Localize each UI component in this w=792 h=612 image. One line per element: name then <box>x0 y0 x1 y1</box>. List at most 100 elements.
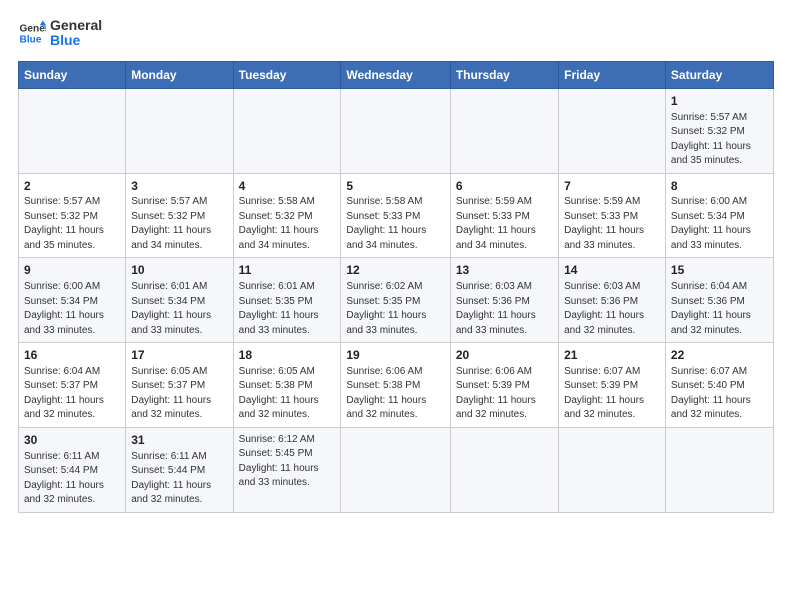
day-number: 19 <box>346 347 445 364</box>
day-info: Sunrise: 5:59 AM Sunset: 5:33 PM Dayligh… <box>564 196 644 251</box>
empty-cell <box>233 88 341 173</box>
day-info: Sunrise: 6:11 AM Sunset: 5:44 PM Dayligh… <box>24 451 104 506</box>
day-number: 15 <box>671 262 768 279</box>
day-number: 9 <box>24 262 120 279</box>
calendar-day-15: 15Sunrise: 6:04 AM Sunset: 5:36 PM Dayli… <box>665 258 773 343</box>
day-info: Sunrise: 6:06 AM Sunset: 5:38 PM Dayligh… <box>346 366 426 421</box>
day-info: Sunrise: 5:58 AM Sunset: 5:33 PM Dayligh… <box>346 196 426 251</box>
day-info: Sunrise: 6:12 AM Sunset: 5:45 PM Dayligh… <box>239 434 319 489</box>
calendar-week-4: 16 Sunrise: 6:04 AM Sunset: 5:37 PM Dayli… <box>19 343 774 428</box>
calendar-week-6: 30 Sunrise: 6:11 AM Sunset: 5:44 PM Dayli… <box>19 427 774 512</box>
calendar-day-7: 7Sunrise: 5:59 AM Sunset: 5:33 PM Daylig… <box>559 173 666 258</box>
day-info: Sunrise: 6:06 AM Sunset: 5:39 PM Dayligh… <box>456 366 536 421</box>
day-info: Sunrise: 6:03 AM Sunset: 5:36 PM Dayligh… <box>456 281 536 336</box>
logo-line1: General <box>50 18 102 33</box>
calendar-body: 1 Sunrise: 5:57 AM Sunset: 5:32 PM Daylig… <box>19 88 774 512</box>
day-number: 3 <box>131 178 227 195</box>
day-number: 17 <box>131 347 227 364</box>
logo-icon: General Blue <box>18 19 46 47</box>
empty-cell <box>450 88 558 173</box>
calendar-day-16: 16 Sunrise: 6:04 AM Sunset: 5:37 PM Dayli… <box>19 343 126 428</box>
calendar-day-22: 22 Sunrise: 6:07 AM Sunset: 5:40 PM Dayli… <box>665 343 773 428</box>
calendar-day-30: 30 Sunrise: 6:11 AM Sunset: 5:44 PM Dayli… <box>19 427 126 512</box>
day-number: 6 <box>456 178 553 195</box>
calendar-page: General Blue General Blue SundayMondayTu… <box>0 0 792 612</box>
calendar-day-21: 21 Sunrise: 6:07 AM Sunset: 5:39 PM Dayli… <box>559 343 666 428</box>
day-number: 4 <box>239 178 336 195</box>
column-header-wednesday: Wednesday <box>341 61 451 88</box>
calendar-day-1: 1 Sunrise: 5:57 AM Sunset: 5:32 PM Daylig… <box>665 88 773 173</box>
day-info: Sunrise: 6:11 AM Sunset: 5:44 PM Dayligh… <box>131 451 211 506</box>
calendar-day-18: 18 Sunrise: 6:05 AM Sunset: 5:38 PM Dayli… <box>233 343 341 428</box>
column-header-saturday: Saturday <box>665 61 773 88</box>
day-info: Sunrise: 6:01 AM Sunset: 5:35 PM Dayligh… <box>239 281 319 336</box>
calendar-day-14: 14Sunrise: 6:03 AM Sunset: 5:36 PM Dayli… <box>559 258 666 343</box>
day-info: Sunrise: 6:04 AM Sunset: 5:37 PM Dayligh… <box>24 366 104 421</box>
logo-line2: Blue <box>50 33 102 48</box>
day-number: 12 <box>346 262 445 279</box>
calendar-day-9: 9 Sunrise: 6:00 AM Sunset: 5:34 PM Daylig… <box>19 258 126 343</box>
day-number: 11 <box>239 262 336 279</box>
day-info: Sunrise: 6:05 AM Sunset: 5:38 PM Dayligh… <box>239 366 319 421</box>
day-info: Sunrise: 6:01 AM Sunset: 5:34 PM Dayligh… <box>131 281 211 336</box>
day-info: Sunrise: 5:57 AM Sunset: 5:32 PM Dayligh… <box>24 196 104 251</box>
calendar-day-11: 11 Sunrise: 6:01 AM Sunset: 5:35 PM Dayli… <box>233 258 341 343</box>
day-info: Sunrise: 6:00 AM Sunset: 5:34 PM Dayligh… <box>671 196 751 251</box>
column-header-tuesday: Tuesday <box>233 61 341 88</box>
day-number: 7 <box>564 178 660 195</box>
column-header-thursday: Thursday <box>450 61 558 88</box>
day-info: Sunrise: 5:57 AM Sunset: 5:32 PM Dayligh… <box>671 112 751 167</box>
calendar-day-20: 20 Sunrise: 6:06 AM Sunset: 5:39 PM Dayli… <box>450 343 558 428</box>
day-info: Sunrise: 5:57 AM Sunset: 5:32 PM Dayligh… <box>131 196 211 251</box>
logo: General Blue General Blue <box>18 18 102 49</box>
svg-text:Blue: Blue <box>20 35 42 46</box>
calendar-week-1: 1 Sunrise: 5:57 AM Sunset: 5:32 PM Daylig… <box>19 88 774 173</box>
day-info: Sunrise: 6:07 AM Sunset: 5:40 PM Dayligh… <box>671 366 751 421</box>
empty-cell <box>559 427 666 512</box>
empty-cell <box>450 427 558 512</box>
day-number: 22 <box>671 347 768 364</box>
column-header-friday: Friday <box>559 61 666 88</box>
empty-cell <box>341 427 451 512</box>
empty-cell <box>341 88 451 173</box>
day-number: 21 <box>564 347 660 364</box>
day-number: 18 <box>239 347 336 364</box>
day-number: 13 <box>456 262 553 279</box>
calendar-day-31: 31 Sunrise: 6:11 AM Sunset: 5:44 PM Dayli… <box>126 427 233 512</box>
calendar-day-5: 5Sunrise: 5:58 AM Sunset: 5:33 PM Daylig… <box>341 173 451 258</box>
calendar-day-3: 3Sunrise: 5:57 AM Sunset: 5:32 PM Daylig… <box>126 173 233 258</box>
calendar-table: SundayMondayTuesdayWednesdayThursdayFrid… <box>18 61 774 513</box>
day-info: Sunrise: 6:07 AM Sunset: 5:39 PM Dayligh… <box>564 366 644 421</box>
calendar-day-4: 4Sunrise: 5:58 AM Sunset: 5:32 PM Daylig… <box>233 173 341 258</box>
day-number: 16 <box>24 347 120 364</box>
calendar-header-row: SundayMondayTuesdayWednesdayThursdayFrid… <box>19 61 774 88</box>
day-number: 31 <box>131 432 227 449</box>
day-number: 20 <box>456 347 553 364</box>
column-header-monday: Monday <box>126 61 233 88</box>
page-header: General Blue General Blue <box>18 18 774 49</box>
column-header-sunday: Sunday <box>19 61 126 88</box>
day-number: 1 <box>671 93 768 110</box>
calendar-day-10: 10 Sunrise: 6:01 AM Sunset: 5:34 PM Dayli… <box>126 258 233 343</box>
calendar-day-2: 2Sunrise: 5:57 AM Sunset: 5:32 PM Daylig… <box>19 173 126 258</box>
calendar-day-6: 6Sunrise: 5:59 AM Sunset: 5:33 PM Daylig… <box>450 173 558 258</box>
calendar-day-8: 8Sunrise: 6:00 AM Sunset: 5:34 PM Daylig… <box>665 173 773 258</box>
day-number: 10 <box>131 262 227 279</box>
day-info: Sunrise: 6:00 AM Sunset: 5:34 PM Dayligh… <box>24 281 104 336</box>
empty-cell <box>665 427 773 512</box>
day-number: 8 <box>671 178 768 195</box>
empty-cell <box>559 88 666 173</box>
calendar-week-2: 2Sunrise: 5:57 AM Sunset: 5:32 PM Daylig… <box>19 173 774 258</box>
day-info: Sunrise: 6:05 AM Sunset: 5:37 PM Dayligh… <box>131 366 211 421</box>
day-info: Sunrise: 5:58 AM Sunset: 5:32 PM Dayligh… <box>239 196 319 251</box>
calendar-week-3: 9 Sunrise: 6:00 AM Sunset: 5:34 PM Daylig… <box>19 258 774 343</box>
calendar-day-13: 13 Sunrise: 6:03 AM Sunset: 5:36 PM Dayli… <box>450 258 558 343</box>
empty-cell <box>126 88 233 173</box>
day-info: Sunrise: 6:03 AM Sunset: 5:36 PM Dayligh… <box>564 281 644 336</box>
day-number: 30 <box>24 432 120 449</box>
day-number: 5 <box>346 178 445 195</box>
day-info: Sunrise: 5:59 AM Sunset: 5:33 PM Dayligh… <box>456 196 536 251</box>
calendar-day-32: Sunrise: 6:12 AM Sunset: 5:45 PM Dayligh… <box>233 427 341 512</box>
day-number: 2 <box>24 178 120 195</box>
calendar-day-19: 19 Sunrise: 6:06 AM Sunset: 5:38 PM Dayli… <box>341 343 451 428</box>
